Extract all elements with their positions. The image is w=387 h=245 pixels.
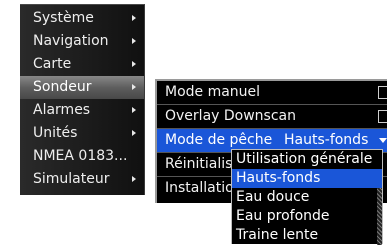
menu-item-alarmes[interactable]: Alarmes [20,99,144,122]
fishing-mode-value: Hauts-fonds [284,132,369,148]
scroll-texture [377,188,382,245]
menu-item-label: Alarmes [33,102,91,118]
submenu-item-overlay-downscan[interactable]: Overlay Downscan [157,105,387,128]
submenu-item-mode-manuel[interactable]: Mode manuel [157,81,387,104]
menu-item-systeme[interactable]: Système [20,7,144,30]
overlay-downscan-checkbox[interactable] [378,110,387,123]
submenu-item-label: Mode manuel [165,84,261,100]
menu-item-label: NMEA 0183... [33,148,128,164]
submenu-arrow-icon [132,130,136,136]
dropdown-option-label: Hauts-fonds [236,170,321,186]
menu-item-navigation[interactable]: Navigation [20,30,144,53]
menu-item-simulateur[interactable]: Simulateur [20,168,144,191]
menu-item-label: Système [33,10,94,26]
dropdown-option-label: Eau profonde [236,208,330,224]
main-menu: Système Navigation Carte Sondeur Alarmes… [20,4,145,195]
dropdown-option-utilisation-generale[interactable]: Utilisation générale [232,150,382,169]
menu-item-sondeur[interactable]: Sondeur [20,76,144,99]
menu-item-label: Sondeur [33,79,92,95]
submenu-item-label: Overlay Downscan [165,108,296,124]
menu-item-label: Navigation [33,33,109,49]
dropdown-option-eau-douce[interactable]: Eau douce [232,188,382,207]
menu-item-carte[interactable]: Carte [20,53,144,76]
fishing-mode-select[interactable]: Hauts-fonds [278,131,387,150]
submenu-arrow-icon [132,38,136,44]
dropdown-arrow-icon [379,138,387,143]
submenu-arrow-icon [132,176,136,182]
dropdown-option-label: Utilisation générale [236,151,373,167]
submenu-arrow-icon [132,61,136,67]
menu-item-unites[interactable]: Unités [20,122,144,145]
menu-item-label: Carte [33,56,72,72]
menu-item-nmea[interactable]: NMEA 0183... [20,145,144,168]
dropdown-option-label: Traine lente [236,227,319,243]
menu-item-label: Unités [33,125,78,141]
fishing-mode-dropdown: Utilisation générale Hauts-fonds Eau dou… [231,149,383,245]
mode-manuel-checkbox[interactable] [378,86,387,99]
menu-item-label: Simulateur [33,171,110,187]
submenu-arrow-icon [132,84,136,90]
dropdown-option-eau-profonde[interactable]: Eau profonde [232,207,382,226]
submenu-item-label: Réinitialise [165,156,242,172]
dropdown-option-hauts-fonds[interactable]: Hauts-fonds [232,169,382,188]
submenu-item-label: Mode de pêche [165,132,273,148]
submenu-arrow-icon [132,15,136,21]
dropdown-option-traine-lente[interactable]: Traine lente [232,226,382,245]
submenu-arrow-icon [132,107,136,113]
dropdown-option-label: Eau douce [236,189,310,205]
